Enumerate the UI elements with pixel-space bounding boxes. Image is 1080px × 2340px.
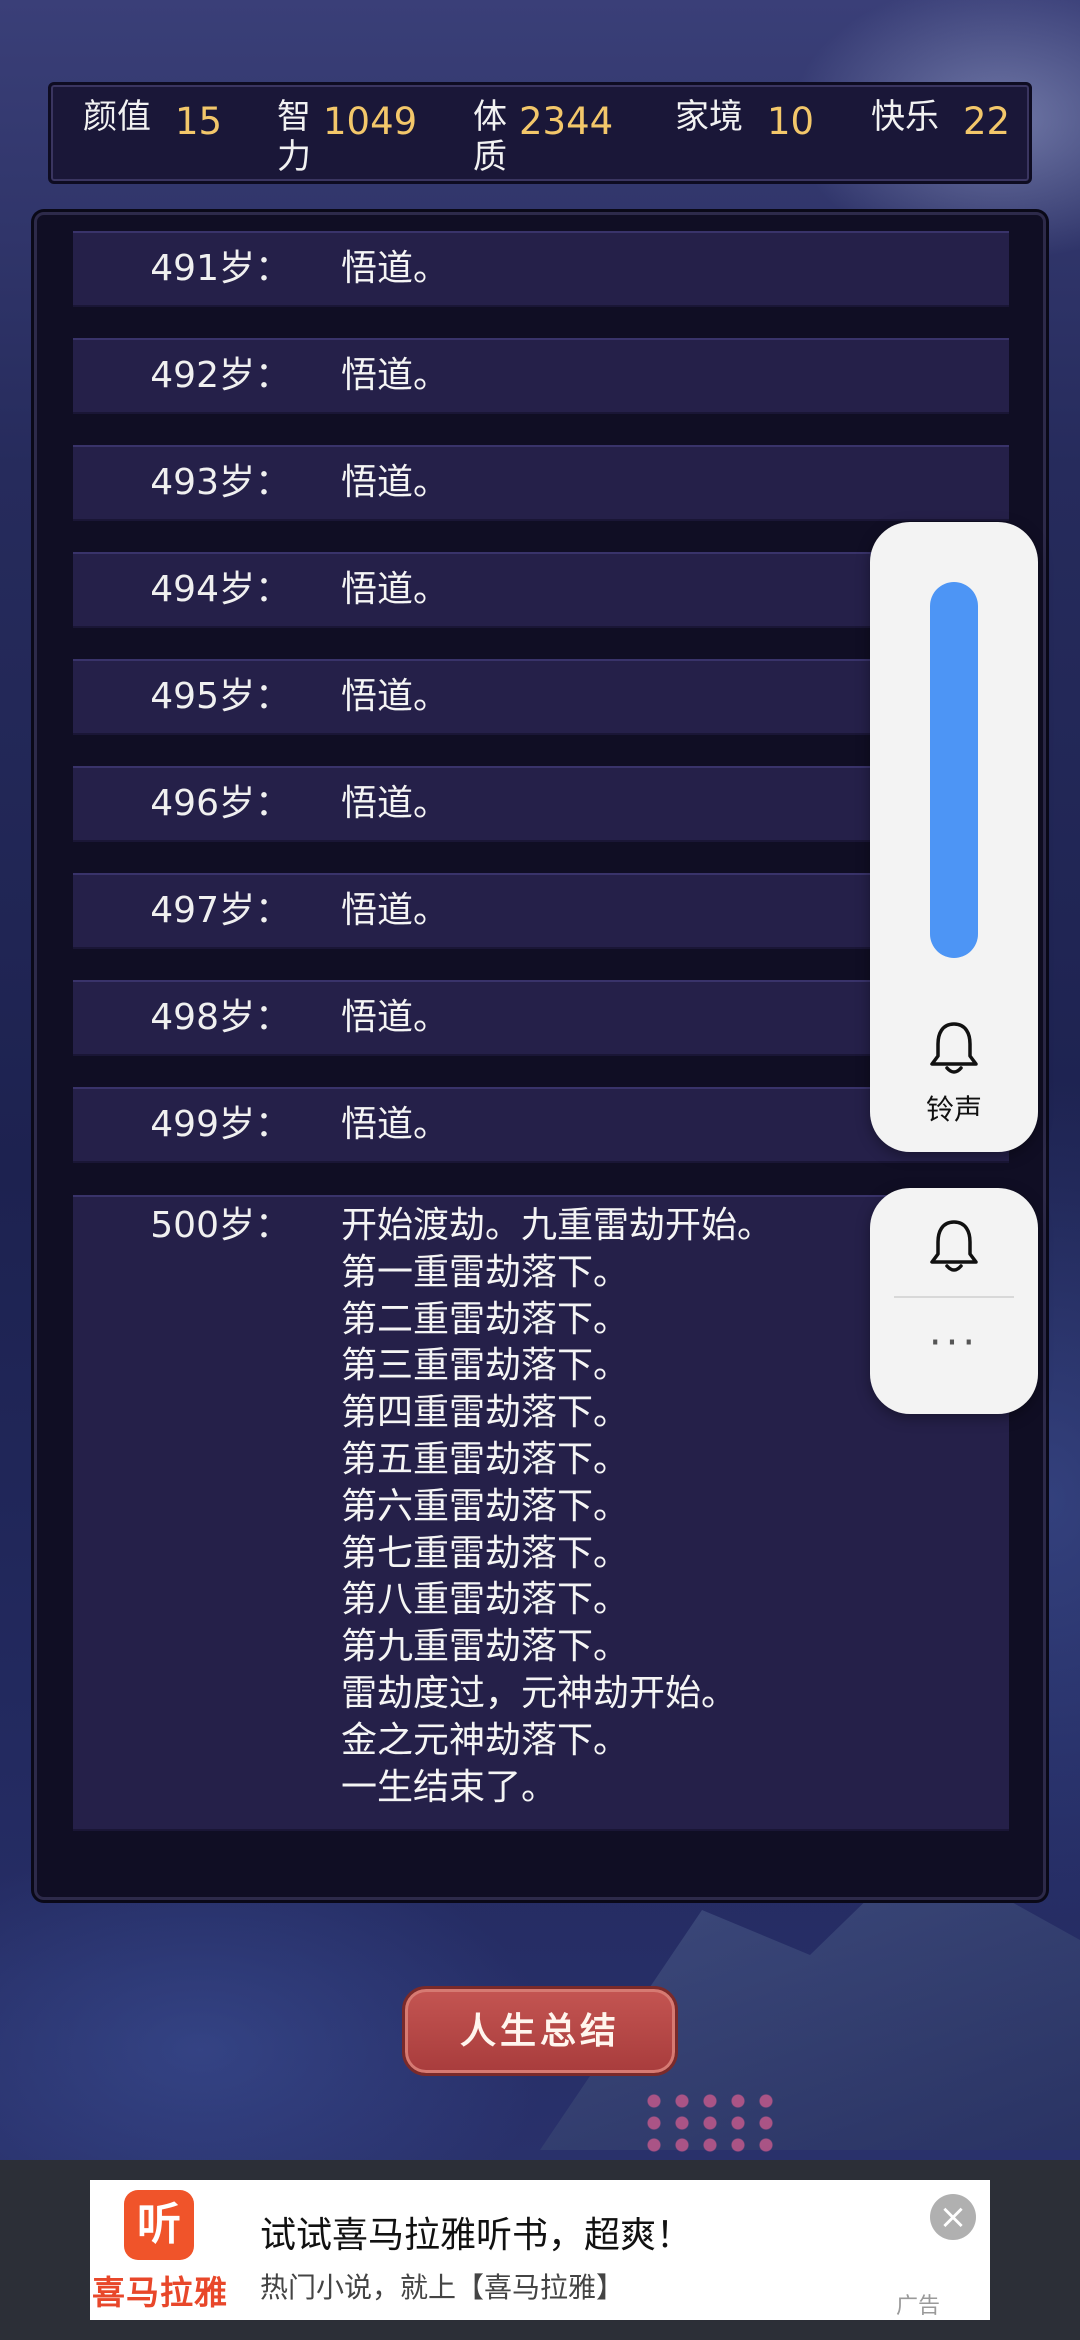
- log-entry-final: 500岁： 开始渡劫。九重雷劫开始。 第一重雷劫落下。 第二重雷劫落下。 第三重…: [73, 1195, 1009, 1831]
- stat-happiness: 快乐 22: [871, 97, 1010, 147]
- log-text: 悟道。: [341, 355, 450, 396]
- ad-close-button[interactable]: ×: [930, 2194, 976, 2240]
- stat-value: 2344: [519, 100, 614, 143]
- log-line: 第五重雷劫落下。: [341, 1438, 630, 1480]
- stat-label: 快乐: [871, 97, 939, 137]
- log-entry: 492岁： 悟道。: [73, 338, 1009, 414]
- log-text: 悟道。: [341, 997, 450, 1038]
- log-age: 497岁：: [150, 890, 291, 931]
- stat-family: 家境 10: [675, 97, 814, 147]
- log-line: 一生结束了。: [341, 1766, 558, 1808]
- log-age: 494岁：: [150, 569, 291, 610]
- log-text: 悟道。: [341, 890, 450, 931]
- stat-intelligence: 智力 1049: [277, 97, 417, 177]
- more-options-button[interactable]: ···: [870, 1323, 1038, 1363]
- log-line: 开始渡劫。九重雷劫开始。: [341, 1205, 774, 1246]
- log-age: 495岁：: [150, 676, 291, 717]
- log-age: 500岁：: [150, 1205, 291, 1246]
- log-line: 第三重雷劫落下。: [341, 1345, 630, 1387]
- stat-value: 15: [175, 100, 223, 143]
- divider: [894, 1296, 1014, 1298]
- ad-subtitle: 热门小说，就上【喜马拉雅】: [260, 2271, 625, 2304]
- volume-options-card: ···: [870, 1188, 1038, 1414]
- log-age: 496岁：: [150, 783, 291, 824]
- stat-appearance: 颜值 15: [83, 97, 222, 147]
- ximalaya-logo-icon: 听: [124, 2190, 194, 2260]
- stat-label: 体质: [473, 97, 507, 177]
- log-entry: 493岁： 悟道。: [73, 445, 1009, 521]
- log-age: 493岁：: [150, 462, 291, 503]
- log-text: 悟道。: [341, 783, 450, 824]
- log-entry: 495岁： 悟道。: [73, 659, 1009, 735]
- life-summary-button[interactable]: 人生总结: [402, 1986, 678, 2076]
- log-line: 雷劫度过，元神劫开始。: [341, 1672, 738, 1714]
- ad-logo-text: 喜马拉雅: [92, 2273, 228, 2312]
- log-line: 第一重雷劫落下。: [341, 1251, 630, 1293]
- log-age: 491岁：: [150, 248, 291, 289]
- log-text: 悟道。: [341, 1104, 450, 1145]
- log-entry: 499岁： 悟道。: [73, 1087, 1009, 1163]
- ringer-mode-button[interactable]: [926, 1216, 982, 1276]
- log-final-lines: 开始渡劫。九重雷劫开始。 第一重雷劫落下。 第二重雷劫落下。 第三重雷劫落下。 …: [341, 1203, 773, 1811]
- log-line: 金之元神劫落下。: [341, 1719, 630, 1761]
- stat-label: 家境: [675, 97, 743, 137]
- log-entry: 497岁： 悟道。: [73, 873, 1009, 949]
- stat-label: 智力: [277, 97, 311, 177]
- stat-value: 1049: [323, 100, 418, 143]
- stat-value: 10: [767, 100, 815, 143]
- background-blossoms: [640, 2090, 780, 2160]
- log-line: 第九重雷劫落下。: [341, 1626, 630, 1668]
- bell-icon: [930, 1022, 978, 1074]
- log-entry: 498岁： 悟道。: [73, 980, 1009, 1056]
- log-entry: 496岁： 悟道。: [73, 766, 1009, 842]
- ringtone-label: 铃声: [925, 1093, 982, 1126]
- stat-constitution: 体质 2344: [473, 97, 613, 177]
- log-entry: 491岁： 悟道。: [73, 231, 1009, 307]
- log-line: 第八重雷劫落下。: [341, 1579, 630, 1621]
- log-line: 第二重雷劫落下。: [341, 1298, 630, 1340]
- log-line: 第四重雷劫落下。: [341, 1392, 630, 1434]
- log-text: 悟道。: [341, 676, 450, 717]
- log-text: 悟道。: [341, 462, 450, 503]
- ad-title: 试试喜马拉雅听书，超爽！: [260, 2215, 693, 2256]
- ad-banner[interactable]: 听 喜马拉雅 试试喜马拉雅听书，超爽！ 热门小说，就上【喜马拉雅】 × 广告: [90, 2180, 990, 2320]
- volume-slider-card[interactable]: 铃声: [870, 522, 1038, 1152]
- log-age: 492岁：: [150, 355, 291, 396]
- stat-value: 22: [963, 100, 1011, 143]
- ad-tag: 广告: [896, 2294, 941, 2319]
- log-entry: 494岁： 悟道。: [73, 552, 1009, 628]
- logo-glyph: 听: [137, 2199, 181, 2250]
- stat-label: 颜值: [83, 97, 151, 137]
- attribute-stats-bar: 颜值 15 智力 1049 体质 2344 家境 10 快乐 22: [48, 82, 1032, 184]
- volume-slider[interactable]: [930, 582, 978, 958]
- log-age: 498岁：: [150, 997, 291, 1038]
- log-line: 第六重雷劫落下。: [341, 1485, 630, 1527]
- log-age: 499岁：: [150, 1104, 291, 1145]
- log-line: 第七重雷劫落下。: [341, 1532, 630, 1574]
- log-text: 悟道。: [341, 248, 450, 289]
- log-text: 悟道。: [341, 569, 450, 610]
